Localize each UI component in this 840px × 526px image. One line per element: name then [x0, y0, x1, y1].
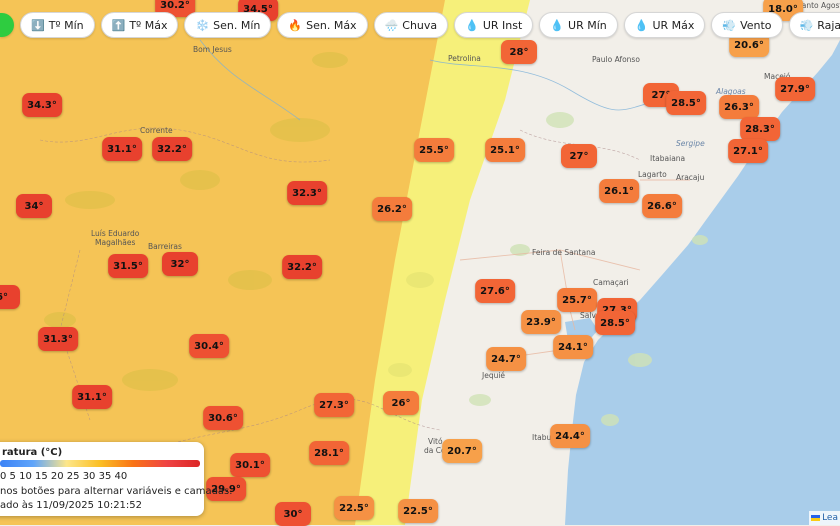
city-label: Magalhães: [95, 238, 135, 247]
temperature-marker[interactable]: 32.2°: [282, 255, 322, 279]
wind-icon: 💨: [722, 18, 737, 32]
temperature-marker[interactable]: 31.1°: [72, 385, 112, 409]
temp-max-button[interactable]: ⬆️ Tº Máx: [100, 12, 179, 38]
city-label: Itabaiana: [650, 154, 685, 163]
temp-min-icon: ⬇️: [31, 18, 45, 32]
temperature-marker[interactable]: 28.1°: [309, 441, 349, 465]
temperature-marker[interactable]: 22.5°: [334, 496, 374, 520]
temp-min-button[interactable]: ⬇️ Tº Mín: [20, 12, 95, 38]
temperature-marker[interactable]: 23.9°: [521, 310, 561, 334]
temperature-marker[interactable]: 25.1°: [485, 138, 525, 162]
rain-icon: 🌧️: [384, 18, 399, 32]
temperature-marker[interactable]: 28°: [501, 40, 537, 64]
legend-color-scale: [0, 460, 200, 467]
city-label: Aracaju: [676, 173, 705, 182]
city-label: Camaçari: [593, 278, 629, 287]
temperature-marker[interactable]: 6°: [0, 285, 20, 309]
temperature-marker[interactable]: 27.9°: [775, 77, 815, 101]
temperature-marker[interactable]: 30.1°: [230, 453, 270, 477]
legend-hint: nos botões para alternar variáveis e cam…: [0, 486, 233, 497]
city-label: Vitó: [428, 437, 443, 446]
feel-min-button[interactable]: ❄️ Sen. Mín: [184, 12, 272, 38]
temperature-marker[interactable]: 31.3°: [38, 327, 78, 351]
temperature-marker[interactable]: 24.1°: [553, 335, 593, 359]
temperature-legend: ratura (°C) 0 5 10 15 20 25 30 35 40 nos…: [0, 442, 232, 516]
city-label: Itabu: [532, 433, 552, 442]
wind-button[interactable]: 💨 Vento: [711, 12, 783, 38]
humidity-min-button[interactable]: 💧 UR Mín: [539, 12, 618, 38]
legend-ticks: 0 5 10 15 20 25 30 35 40: [0, 471, 128, 482]
city-label: Sergipe: [676, 139, 705, 148]
toolbar-button-label: UR Inst: [482, 18, 523, 32]
ukraine-flag-icon: [811, 515, 821, 521]
toolbar-button-label: Sen. Máx: [306, 18, 357, 32]
legend-updated: ado às 11/09/2025 10:21:52: [0, 500, 143, 511]
gusts-icon: 💨: [799, 18, 814, 32]
humidity-max-icon: 💧: [634, 18, 649, 32]
temperature-marker[interactable]: 26.1°: [599, 179, 639, 203]
temperature-marker[interactable]: 27.1°: [728, 139, 768, 163]
city-label: Paulo Afonso: [592, 55, 640, 64]
temperature-marker[interactable]: 28.5°: [595, 311, 635, 335]
temperature-marker[interactable]: 20.7°: [442, 439, 482, 463]
gusts-button[interactable]: 💨Rajadas: [788, 12, 840, 38]
temperature-marker[interactable]: 22.5°: [398, 499, 438, 523]
toolbar-button-label: Tº Mín: [48, 18, 84, 32]
temperature-marker[interactable]: 34.3°: [22, 93, 62, 117]
temperature-marker[interactable]: 25.7°: [557, 288, 597, 312]
city-label: Feira de Santana: [532, 248, 595, 257]
city-label: Jequié: [481, 371, 505, 380]
temperature-marker[interactable]: 34°: [16, 194, 52, 218]
temperature-marker[interactable]: 31.5°: [108, 254, 148, 278]
humidity-min-icon: 💧: [550, 18, 565, 32]
temperature-marker[interactable]: 32.2°: [152, 137, 192, 161]
humidity-inst-button[interactable]: 💧 UR Inst: [454, 12, 534, 38]
map-attribution[interactable]: Lea: [809, 511, 840, 525]
temperature-marker[interactable]: 30.4°: [189, 334, 229, 358]
city-label: Salv: [580, 311, 596, 320]
city-label: Lagarto: [638, 170, 667, 179]
city-label: Barreiras: [148, 242, 182, 251]
toolbar-button-label: Vento: [740, 18, 772, 32]
temperature-marker[interactable]: 24.4°: [550, 424, 590, 448]
feel-max-icon: 🔥: [288, 18, 303, 32]
city-label: Luís Eduardo: [91, 229, 140, 238]
temperature-marker[interactable]: 25.5°: [414, 138, 454, 162]
temperature-marker[interactable]: 26°: [383, 391, 419, 415]
temperature-marker[interactable]: 28.5°: [666, 91, 706, 115]
temp-max-icon: ⬆️: [111, 18, 126, 32]
temperature-marker[interactable]: 32.3°: [287, 181, 327, 205]
rain-button[interactable]: 🌧️ Chuva: [373, 12, 449, 38]
menu-toggle-button[interactable]: [0, 13, 14, 37]
temperature-marker[interactable]: 28.3°: [740, 117, 780, 141]
variable-toolbar: ⬇️ Tº Mín ⬆️ Tº Máx ❄️ Sen. Mín 🔥 Sen. Máx 🌧️ Chu…: [0, 8, 840, 42]
toolbar-button-label: UR Máx: [652, 18, 695, 32]
temperature-marker[interactable]: 27.3°: [314, 393, 354, 417]
temperature-marker[interactable]: 24.7°: [486, 347, 526, 371]
legend-title: ratura (°C): [2, 447, 63, 458]
attribution-link[interactable]: Lea: [822, 513, 838, 523]
temperature-marker[interactable]: 26.2°: [372, 197, 412, 221]
toolbar-button-label: Tº Máx: [129, 18, 168, 32]
city-label: Corrente: [140, 126, 173, 135]
city-label: Petrolina: [448, 54, 481, 63]
temperature-marker[interactable]: 27.6°: [475, 279, 515, 303]
temperature-marker[interactable]: 30°: [275, 502, 311, 526]
toolbar-button-label: Chuva: [402, 18, 438, 32]
humidity-inst-icon: 💧: [465, 18, 479, 32]
feel-max-button[interactable]: 🔥 Sen. Máx: [277, 12, 368, 38]
toolbar-button-label: Rajadas: [817, 18, 840, 32]
temperature-marker[interactable]: 30.6°: [203, 406, 243, 430]
temperature-marker[interactable]: 31.1°: [102, 137, 142, 161]
humidity-max-button[interactable]: 💧 UR Máx: [623, 12, 706, 38]
toolbar-button-label: Sen. Mín: [213, 18, 261, 32]
temperature-marker[interactable]: 26.6°: [642, 194, 682, 218]
toolbar-button-label: UR Mín: [568, 18, 607, 32]
temperature-marker[interactable]: 27°: [561, 144, 597, 168]
feel-min-icon: ❄️: [195, 18, 210, 32]
city-label: Bom Jesus: [193, 45, 232, 54]
temperature-marker[interactable]: 32°: [162, 252, 198, 276]
temperature-marker[interactable]: 26.3°: [719, 95, 759, 119]
